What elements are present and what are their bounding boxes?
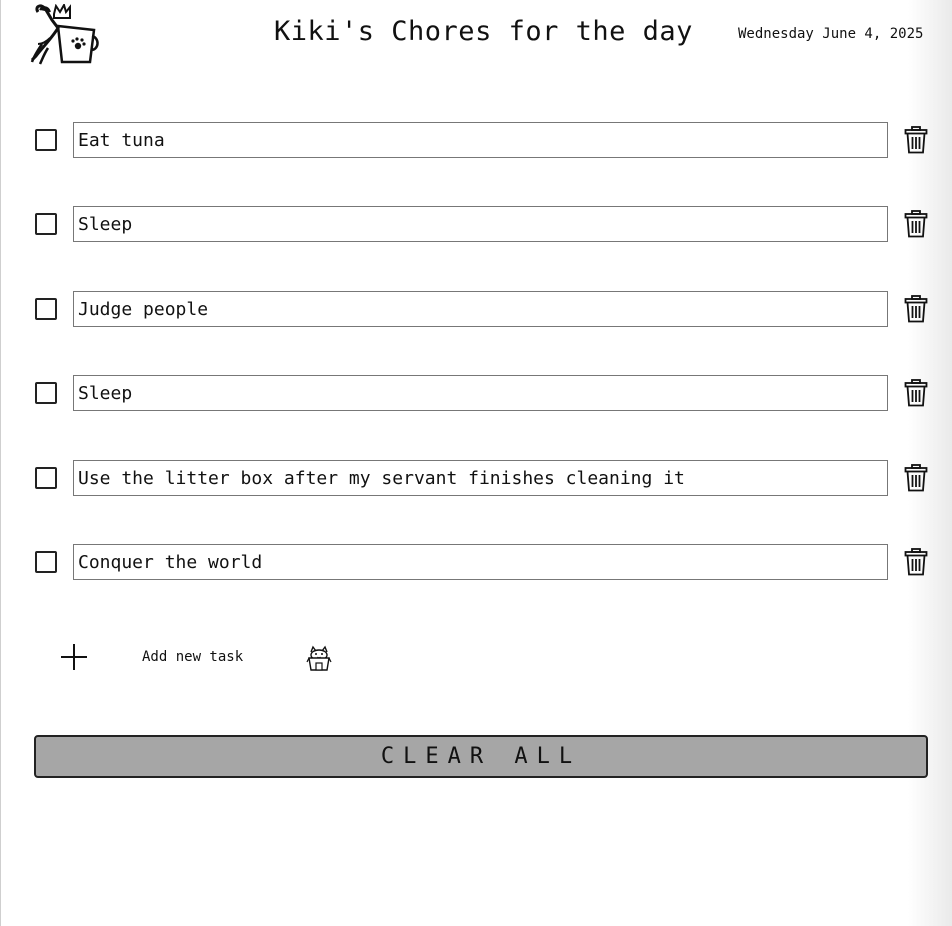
page-title: Kiki's Chores for the day: [274, 16, 693, 47]
trash-icon[interactable]: [904, 379, 928, 407]
task-checkbox[interactable]: [35, 382, 57, 404]
task-input[interactable]: [73, 544, 888, 580]
task-row: [0, 122, 952, 158]
task-input[interactable]: [73, 206, 888, 242]
task-input[interactable]: [73, 460, 888, 496]
task-row: [0, 375, 952, 411]
trash-icon[interactable]: [904, 210, 928, 238]
task-row: [0, 460, 952, 496]
task-checkbox[interactable]: [35, 213, 57, 235]
trash-icon[interactable]: [904, 295, 928, 323]
cat-box-icon: [306, 645, 332, 671]
task-input[interactable]: [73, 122, 888, 158]
cat-in-cup-logo-icon: [30, 4, 99, 65]
task-row: [0, 206, 952, 242]
task-checkbox[interactable]: [35, 298, 57, 320]
current-date: Wednesday June 4, 2025: [738, 26, 924, 42]
task-checkbox[interactable]: [35, 129, 57, 151]
trash-icon[interactable]: [904, 126, 928, 154]
clear-all-button[interactable]: CLEAR ALL: [34, 735, 928, 778]
task-checkbox[interactable]: [35, 551, 57, 573]
trash-icon[interactable]: [904, 548, 928, 576]
task-row: [0, 544, 952, 580]
task-checkbox[interactable]: [35, 467, 57, 489]
trash-icon[interactable]: [904, 464, 928, 492]
task-input[interactable]: [73, 375, 888, 411]
task-row: [0, 291, 952, 327]
add-task-label[interactable]: Add new task: [142, 649, 243, 665]
task-input[interactable]: [73, 291, 888, 327]
plus-icon[interactable]: [58, 641, 90, 673]
